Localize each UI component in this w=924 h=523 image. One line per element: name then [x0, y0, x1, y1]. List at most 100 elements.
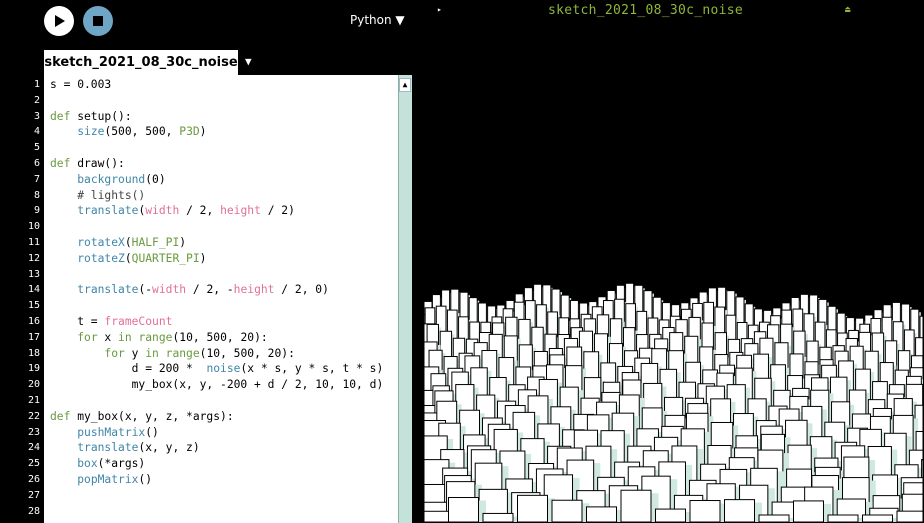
line-number: 7 [33, 173, 40, 185]
code-token: translate [77, 441, 139, 455]
sketch-box [586, 506, 617, 523]
code-line[interactable]: for y in range(10, 500, 20): [50, 346, 294, 362]
code-token: (*args) [97, 457, 146, 471]
line-number: 5 [33, 142, 40, 154]
code-token: width [145, 204, 180, 218]
sketch-box [827, 514, 859, 523]
line-number: 9 [33, 205, 40, 217]
code-line[interactable]: pushMatrix() [50, 425, 159, 441]
code-token: / 2, [179, 204, 221, 218]
code-token: background [77, 172, 146, 186]
code-token: P3D [179, 125, 200, 139]
code-line[interactable]: def draw(): [50, 156, 125, 172]
line-number: 17 [27, 331, 40, 343]
code-token: (x, y, z) [138, 441, 200, 455]
line-number: 11 [27, 237, 40, 248]
code-line[interactable]: # lights() [50, 188, 145, 204]
code-line[interactable]: s = 0.003 [50, 77, 111, 93]
code-token: / 2, - [186, 283, 234, 297]
code-token: ) [199, 251, 207, 265]
code-token: rotateX [77, 236, 125, 249]
code-token: size [77, 125, 105, 139]
sketch-box [862, 514, 893, 523]
code-line[interactable]: translate(x, y, z) [50, 440, 200, 456]
code-token: s = 0.003 [50, 78, 112, 91]
code-token: x [97, 330, 119, 344]
line-number: 27 [27, 489, 40, 501]
code-line[interactable]: my_box(x, y, -200 + d / 2, 10, 10, d) [50, 377, 384, 393]
code-line[interactable]: popMatrix() [50, 472, 152, 488]
sketch-box [758, 514, 790, 523]
code-token: t = [50, 315, 105, 328]
code-token: height [233, 283, 275, 297]
sketch-box [793, 500, 824, 523]
line-number: 22 [27, 410, 40, 422]
code-line[interactable]: def my_box(x, y, z, *args): [50, 409, 234, 425]
scroll-up-icon[interactable]: ▲ [399, 78, 411, 92]
line-number: 25 [27, 458, 40, 470]
code-line[interactable]: rotateX(HALF_PI) [50, 235, 186, 251]
code-token: ( [124, 251, 132, 265]
code-line[interactable]: t = frameCount [50, 314, 172, 330]
code-token: rotateZ [77, 251, 125, 265]
play-icon [55, 15, 65, 27]
code-token: (- [138, 283, 153, 297]
code-token: in [145, 346, 159, 360]
code-line[interactable]: def setup(): [50, 109, 132, 125]
code-line[interactable]: for x in range(10, 500, 20): [50, 330, 268, 346]
code-token: (10, 500, 20): [172, 330, 268, 344]
sketch-box [689, 500, 721, 523]
code-token: def [50, 109, 71, 123]
code-token: width [152, 283, 187, 297]
code-line[interactable]: size(500, 500, P3D) [50, 124, 206, 140]
code-token: in [118, 330, 132, 344]
code-token: height [220, 204, 261, 218]
code-token: setup(): [70, 109, 132, 123]
sketch-box [724, 499, 755, 523]
line-number: 8 [33, 189, 40, 201]
sketch-box [448, 497, 479, 523]
code-token: (x * s, y * s, t * s) [240, 362, 384, 376]
tab-sketch[interactable]: sketch_2021_08_30c_noise [44, 50, 238, 75]
code-token: box [77, 457, 98, 471]
line-number: 4 [33, 126, 40, 138]
editor-scrollbar[interactable]: ▲ [398, 75, 412, 523]
line-number: 2 [33, 94, 40, 106]
code-line[interactable]: translate(-width / 2, -height / 2, 0) [50, 282, 329, 298]
line-number: 16 [27, 316, 40, 327]
sketch-box [620, 489, 652, 523]
code-token: pushMatrix [77, 425, 146, 439]
code-token: ( [124, 236, 132, 249]
code-token: noise [206, 362, 241, 376]
code-line[interactable]: d = 200 * noise(x * s, y * s, t * s) [50, 361, 384, 377]
code-line[interactable]: background(0) [50, 172, 166, 188]
line-number: 12 [27, 252, 40, 264]
run-button[interactable] [44, 6, 74, 36]
code-token: QUARTER_PI [131, 251, 200, 265]
line-number: 19 [27, 363, 40, 375]
code-token: (0) [145, 172, 166, 186]
code-token: / 2, 0) [274, 283, 329, 297]
code-line[interactable]: box(*args) [50, 456, 145, 472]
code-token: () [145, 425, 159, 439]
line-number: 21 [27, 395, 40, 406]
sketch-box [655, 508, 686, 523]
line-number: 14 [27, 284, 40, 296]
sketch-box [896, 510, 924, 523]
code-token: HALF_PI [131, 236, 180, 249]
line-number: 10 [27, 221, 40, 233]
code-line[interactable]: rotateZ(QUARTER_PI) [50, 251, 206, 267]
line-number: 3 [33, 110, 40, 122]
mode-selector[interactable]: Python ▼ [350, 13, 405, 27]
tab-menu-icon[interactable]: ▼ [245, 55, 252, 68]
code-line[interactable]: translate(width / 2, height / 2) [50, 203, 295, 219]
stop-button[interactable] [83, 6, 113, 36]
code-token: translate [77, 283, 139, 297]
line-number: 1 [33, 79, 40, 90]
